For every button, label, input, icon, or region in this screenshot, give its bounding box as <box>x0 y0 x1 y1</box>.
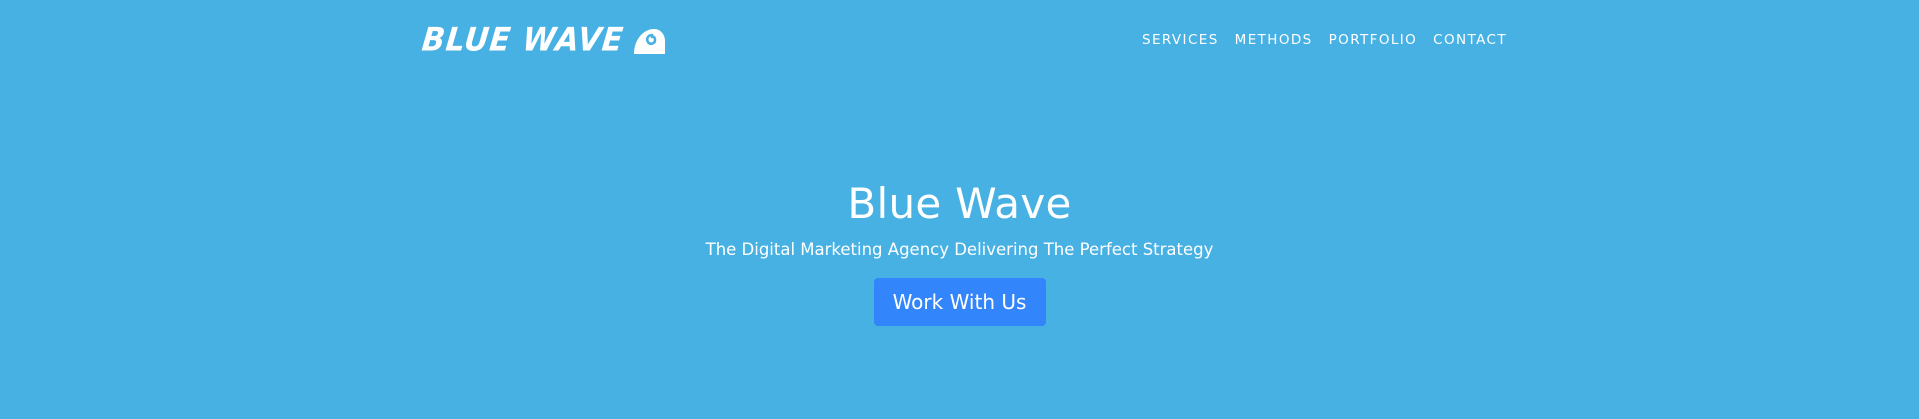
wave-icon <box>633 29 665 54</box>
main-nav: SERVICES METHODS PORTFOLIO CONTACT <box>1142 30 1507 50</box>
hero-subtitle: The Digital Marketing Agency Delivering … <box>705 240 1214 259</box>
hero-section: Blue Wave The Digital Marketing Agency D… <box>0 176 1919 326</box>
page: BLUE WAVE SERVICES METHODS PORTFOLIO CON… <box>0 0 1919 419</box>
hero-title: Blue Wave <box>847 179 1072 228</box>
nav-link-services[interactable]: SERVICES <box>1142 30 1219 50</box>
brand-logo-text: BLUE WAVE <box>420 21 626 60</box>
nav-link-portfolio[interactable]: PORTFOLIO <box>1329 30 1418 50</box>
work-with-us-button[interactable]: Work With Us <box>873 278 1046 326</box>
brand-logo[interactable]: BLUE WAVE <box>420 21 666 60</box>
nav-link-contact[interactable]: CONTACT <box>1433 30 1507 50</box>
nav-link-methods[interactable]: METHODS <box>1235 30 1313 50</box>
